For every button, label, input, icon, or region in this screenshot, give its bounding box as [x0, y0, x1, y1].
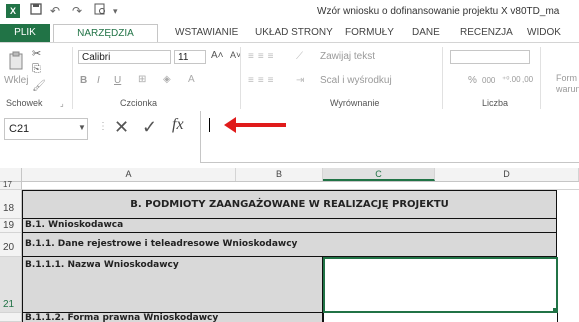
horizontal-align-icons[interactable]: ≡≡≡	[248, 75, 278, 86]
nazwa-wnioskodawcy-label-cell[interactable]: B.1.1.1. Nazwa Wnioskodawcy	[22, 257, 323, 313]
clipboard-group-label: Schowek	[6, 98, 43, 108]
cancel-icon[interactable]: ✕	[114, 117, 129, 138]
percent-button[interactable]: %	[468, 75, 477, 86]
paste-icon[interactable]	[8, 51, 26, 74]
section-heading-cell[interactable]: B. PODMIOTY ZAANGAŻOWANE W REALIZACJĘ PR…	[22, 190, 557, 219]
row-header-22[interactable]	[0, 313, 22, 322]
tab-data[interactable]: DANE	[412, 26, 440, 40]
column-header-c[interactable]: C	[323, 168, 435, 181]
wrap-text-button[interactable]: Zawijaj tekst	[320, 51, 375, 62]
merge-center-button[interactable]: Scal i wyśrodkuj	[320, 75, 392, 86]
bold-button[interactable]: B	[80, 75, 87, 86]
conditional-formatting-button[interactable]: Form	[556, 73, 577, 83]
number-group-label: Liczba	[482, 98, 509, 108]
number-format-select[interactable]	[450, 50, 530, 64]
redo-icon[interactable]: ↷	[72, 3, 82, 19]
font-color-icon[interactable]: A	[188, 74, 195, 85]
thousands-button[interactable]: 000	[482, 76, 495, 85]
column-header-a[interactable]: A	[22, 168, 236, 181]
separator	[240, 47, 241, 109]
row-header-18[interactable]: 18	[0, 190, 22, 219]
paste-button[interactable]: Wklej	[4, 75, 28, 86]
insert-function-icon[interactable]: fx	[172, 116, 184, 134]
separator	[72, 47, 73, 109]
forma-prawna-label-cell[interactable]: B.1.1.2. Forma prawna Wnioskodawcy	[22, 313, 323, 322]
underline-button[interactable]: U	[114, 75, 121, 86]
tab-home[interactable]: NARZĘDZIA GŁÓWNE	[53, 24, 158, 56]
forma-prawna-value-cell[interactable]	[323, 313, 558, 322]
dialog-launcher-icon[interactable]: ⌟	[60, 99, 64, 108]
borders-icon[interactable]: ⊞	[138, 74, 146, 85]
row-header-20[interactable]: 20	[0, 233, 22, 257]
annotation-arrow-icon	[224, 117, 286, 133]
italic-button[interactable]: I	[97, 75, 100, 86]
row-header-19[interactable]: 19	[0, 219, 22, 233]
increase-decimal-button[interactable]: ⁺⁰.00	[502, 75, 521, 84]
blank-cell[interactable]	[557, 190, 579, 219]
row-header-21[interactable]: 21	[0, 257, 22, 313]
row-header-17[interactable]: 17	[0, 181, 22, 190]
selected-cell-c21[interactable]	[323, 257, 558, 313]
customize-icon[interactable]: ▾	[113, 3, 118, 19]
separator	[540, 47, 541, 109]
format-painter-icon[interactable]: 🖌	[32, 79, 46, 92]
undo-icon[interactable]: ↶	[50, 3, 60, 19]
ribbon: Wklej ✂ ⎘ 🖌 Schowek ⌟ Calibri 11 A˄ A˅ B…	[0, 42, 579, 112]
excel-logo-icon: X	[6, 4, 20, 18]
formula-bar: C21 ▼ ⋮ ✕ ✓ fx	[0, 111, 579, 163]
text-cursor	[209, 118, 210, 132]
font-size-select[interactable]: 11	[174, 50, 206, 64]
tab-view[interactable]: WIDOK	[527, 26, 561, 40]
ribbon-tabs: PLIK NARZĘDZIA GŁÓWNE WSTAWIANIE UKŁAD S…	[0, 24, 579, 56]
tab-review[interactable]: RECENZJA	[460, 26, 513, 40]
font-group-label: Czcionka	[120, 98, 158, 108]
more-icon: ⋮	[98, 121, 108, 132]
dane-rejestrowe-cell[interactable]: B.1.1. Dane rejestrowe i teleadresowe Wn…	[22, 233, 557, 257]
title-bar: X ↶ ↷ ▾ Wzór wniosku o dofinansowanie pr…	[0, 0, 579, 24]
separator	[442, 47, 443, 109]
fill-color-icon[interactable]: ◈	[163, 74, 171, 85]
row-17-cells[interactable]	[22, 182, 579, 190]
tab-page-layout[interactable]: UKŁAD STRONY	[255, 26, 333, 40]
vertical-align-icons[interactable]: ≡≡≡	[248, 51, 278, 62]
cut-icon[interactable]: ✂	[32, 47, 41, 60]
print-preview-icon[interactable]	[94, 3, 106, 19]
indent-icon[interactable]: ⇥	[296, 75, 304, 86]
save-icon[interactable]	[30, 3, 42, 19]
wnioskodawca-cell[interactable]: B.1. Wnioskodawca	[22, 219, 557, 233]
conditional-formatting-label2: warun	[556, 84, 579, 94]
column-header-d[interactable]: D	[435, 168, 579, 181]
alignment-group-label: Wyrównanie	[330, 98, 380, 108]
font-name-select[interactable]: Calibri	[78, 50, 171, 64]
document-title: Wzór wniosku o dofinansowanie projektu X…	[317, 6, 560, 17]
column-headers: A B C D	[0, 168, 579, 182]
tab-insert[interactable]: WSTAWIANIE	[175, 26, 238, 40]
column-header-b[interactable]: B	[236, 168, 323, 181]
name-box[interactable]: C21	[4, 118, 88, 140]
name-box-dropdown-icon[interactable]: ▼	[78, 123, 86, 132]
tab-formulas[interactable]: FORMUŁY	[345, 26, 394, 40]
enter-icon[interactable]: ✓	[142, 117, 157, 138]
decrease-decimal-button[interactable]: ,00	[522, 75, 533, 84]
tab-file[interactable]: PLIK	[0, 24, 50, 42]
copy-icon[interactable]: ⎘	[32, 63, 41, 76]
grow-font-button[interactable]: A˄	[211, 50, 224, 61]
orientation-icon[interactable]: ⟋	[296, 51, 303, 62]
